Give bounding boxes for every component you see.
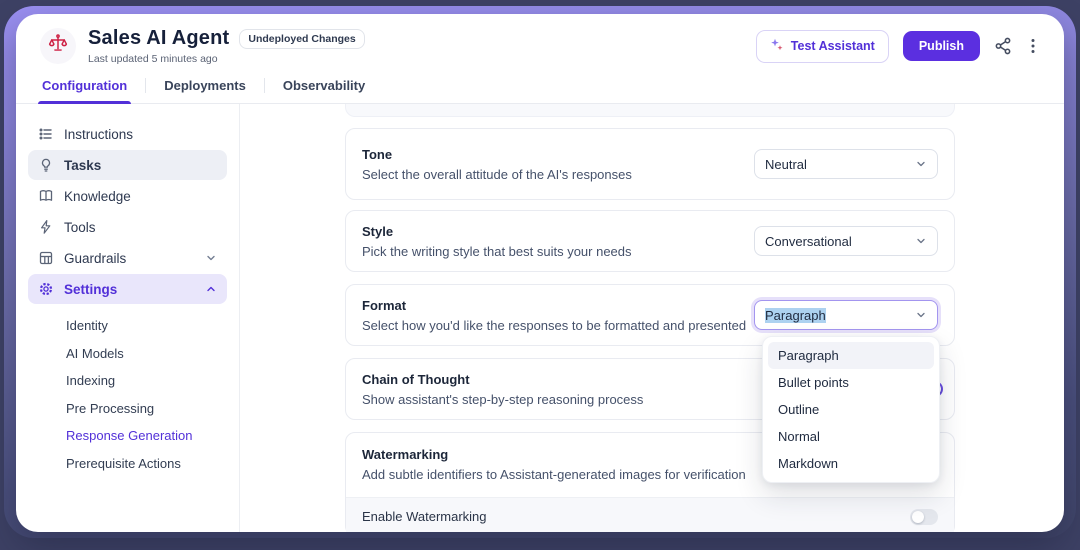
sparkles-icon (770, 38, 784, 55)
format-select[interactable]: Paragraph (754, 300, 938, 330)
sidebar-item-label: Knowledge (64, 189, 131, 204)
app-window: Sales AI Agent Undeployed Changes Last u… (16, 14, 1064, 532)
sidebar-subitem-ai-models[interactable]: AI Models (28, 340, 227, 368)
sidebar-item-label: Tools (64, 220, 96, 235)
tone-desc: Select the overall attitude of the AI's … (362, 167, 632, 182)
page-title: Sales AI Agent (88, 27, 229, 50)
enable-watermarking-toggle[interactable] (910, 509, 938, 525)
style-card: Style Pick the writing style that best s… (345, 210, 955, 272)
app-logo (40, 28, 76, 64)
sidebar-subitem-prerequisite-actions[interactable]: Prerequisite Actions (28, 450, 227, 478)
sidebar-subitem-identity[interactable]: Identity (28, 312, 227, 340)
chevron-down-icon (205, 252, 217, 264)
sidebar-item-instructions[interactable]: Instructions (28, 119, 227, 149)
grid-icon (38, 250, 54, 266)
last-updated-text: Last updated 5 minutes ago (88, 53, 365, 65)
chevron-up-icon (205, 283, 217, 295)
share-icon[interactable] (994, 37, 1012, 55)
publish-button[interactable]: Publish (903, 31, 980, 61)
test-assistant-label: Test Assistant (791, 39, 875, 53)
sidebar-item-tools[interactable]: Tools (28, 212, 227, 242)
sidebar-subitem-response-generation[interactable]: Response Generation (28, 422, 227, 450)
tone-card: Tone Select the overall attitude of the … (345, 128, 955, 200)
style-desc: Pick the writing style that best suits y… (362, 244, 632, 259)
chain-of-thought-title: Chain of Thought (362, 372, 643, 387)
tab-divider (145, 78, 146, 93)
dropdown-option-markdown[interactable]: Markdown (768, 450, 934, 477)
chevron-down-icon (915, 158, 927, 170)
tone-title: Tone (362, 147, 632, 162)
sidebar-item-label: Tasks (64, 158, 101, 173)
sidebar-item-label: Instructions (64, 127, 133, 142)
kebab-menu-icon[interactable] (1026, 37, 1040, 55)
scales-icon (47, 33, 69, 60)
sidebar-item-label: Guardrails (64, 251, 126, 266)
style-select[interactable]: Conversational (754, 226, 938, 256)
chevron-down-icon (915, 309, 927, 321)
gear-icon (38, 281, 54, 297)
bulb-icon (38, 157, 54, 173)
format-select-value: Paragraph (765, 308, 826, 323)
header: Sales AI Agent Undeployed Changes Last u… (16, 14, 1064, 104)
sidebar-subitem-pre-processing[interactable]: Pre Processing (28, 395, 227, 423)
sidebar-item-knowledge[interactable]: Knowledge (28, 181, 227, 211)
sidebar-item-guardrails[interactable]: Guardrails (28, 243, 227, 273)
tab-bar: Configuration Deployments Observability (40, 78, 1040, 103)
tab-divider (264, 78, 265, 93)
dropdown-option-outline[interactable]: Outline (768, 396, 934, 423)
partial-card-top (345, 104, 955, 117)
test-assistant-button[interactable]: Test Assistant (756, 30, 889, 63)
sidebar-item-settings[interactable]: Settings (28, 274, 227, 304)
chain-of-thought-desc: Show assistant's step-by-step reasoning … (362, 392, 643, 407)
settings-panel: Tone Select the overall attitude of the … (240, 104, 1064, 532)
tab-observability[interactable]: Observability (281, 78, 367, 103)
sidebar-item-label: Settings (64, 282, 117, 297)
dropdown-option-normal[interactable]: Normal (768, 423, 934, 450)
dropdown-option-paragraph[interactable]: Paragraph (768, 342, 934, 369)
bolt-icon (38, 219, 54, 235)
sidebar: Instructions Tasks Kno (16, 104, 240, 532)
tab-configuration[interactable]: Configuration (40, 78, 129, 103)
tone-select[interactable]: Neutral (754, 149, 938, 179)
book-icon (38, 188, 54, 204)
sidebar-subitem-indexing[interactable]: Indexing (28, 367, 227, 395)
undeployed-changes-badge: Undeployed Changes (239, 29, 364, 49)
list-icon (38, 126, 54, 142)
enable-watermarking-label: Enable Watermarking (362, 509, 487, 524)
style-title: Style (362, 224, 632, 239)
tab-deployments[interactable]: Deployments (162, 78, 248, 103)
sidebar-item-tasks[interactable]: Tasks (28, 150, 227, 180)
chevron-down-icon (915, 235, 927, 247)
format-desc: Select how you'd like the responses to b… (362, 318, 746, 333)
format-dropdown-menu: Paragraph Bullet points Outline Normal M… (762, 336, 940, 483)
enable-watermarking-row: Enable Watermarking (346, 497, 954, 532)
format-title: Format (362, 298, 746, 313)
dropdown-option-bullet-points[interactable]: Bullet points (768, 369, 934, 396)
